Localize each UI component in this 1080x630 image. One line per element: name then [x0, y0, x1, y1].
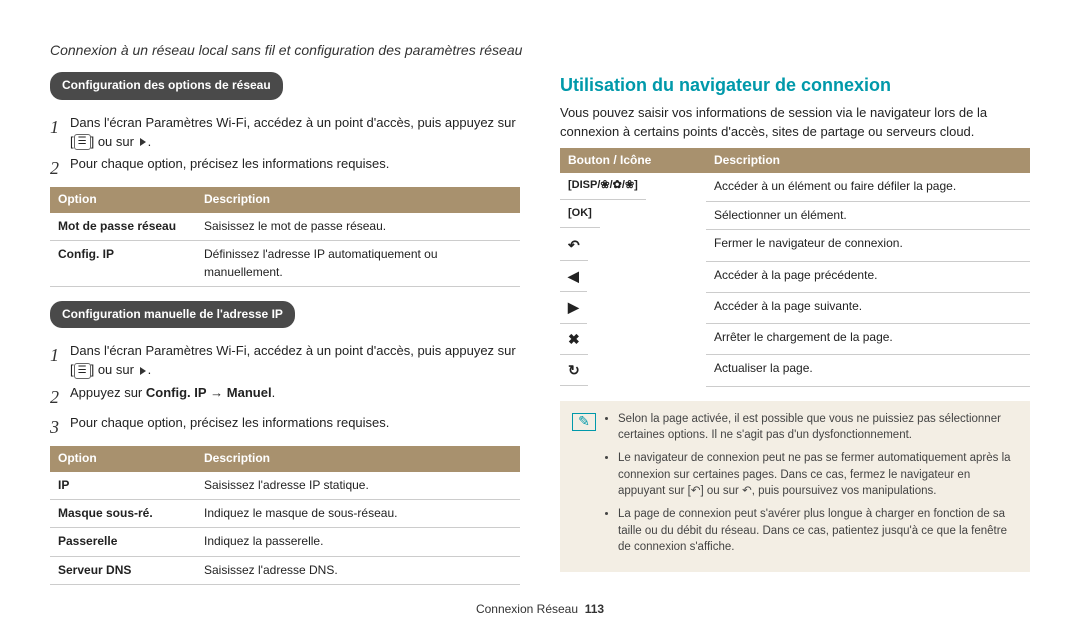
list-item: 2 Appuyez sur Config. IP → Manuel.	[50, 384, 520, 410]
step-number-1: 1	[50, 342, 70, 368]
list-item: Le navigateur de connexion peut ne pas s…	[618, 450, 1018, 500]
table-row: [DISP/❀/✿/❀]Accéder à un élément ou fair…	[560, 173, 1030, 201]
table-row: ▶Accéder à la page suivante.	[560, 292, 1030, 323]
right-arrow-icon: ▶	[560, 292, 587, 323]
step-text: Pour chaque option, précisez les informa…	[70, 155, 520, 174]
right-column: Utilisation du navigateur de connexion V…	[560, 72, 1030, 599]
intro-text: Vous pouvez saisir vos informations de s…	[560, 104, 1030, 142]
page-number: 113	[585, 602, 604, 616]
table-row: ↶Fermer le navigateur de connexion.	[560, 230, 1030, 261]
step-text: Dans l'écran Paramètres Wi-Fi, accédez à…	[70, 114, 520, 152]
step-number-2: 2	[50, 384, 70, 410]
table-header-button: Bouton / Icône	[560, 148, 706, 173]
table-header-description: Description	[196, 446, 520, 471]
table-row: PasserelleIndiquez la passerelle.	[50, 528, 520, 556]
table-header-option: Option	[50, 187, 196, 212]
table-header-description: Description	[196, 187, 520, 212]
back-icon: ↶	[560, 230, 588, 261]
two-column-layout: Configuration des options de réseau 1 Da…	[50, 72, 1030, 599]
table-row: ✖Arrêter le chargement de la page.	[560, 324, 1030, 355]
list-item: Selon la page activée, il est possible q…	[618, 411, 1018, 444]
info-icon: ✎	[572, 413, 596, 431]
step-text: Dans l'écran Paramètres Wi-Fi, accédez à…	[70, 342, 520, 380]
step-text: Appuyez sur Config. IP → Manuel.	[70, 384, 520, 403]
close-icon: ✖	[560, 324, 588, 355]
menu-icon: ☰	[74, 134, 91, 150]
chevron-right-icon	[140, 367, 146, 375]
table-row: ↻Actualiser la page.	[560, 355, 1030, 386]
table-row: Serveur DNSSaisissez l'adresse DNS.	[50, 556, 520, 584]
ok-icon: [OK]	[560, 201, 600, 228]
button-icon-table: Bouton / Icône Description [DISP/❀/✿/❀]A…	[560, 148, 1030, 387]
breadcrumb: Connexion à un réseau local sans fil et …	[50, 40, 1030, 60]
table-row: IPSaisissez l'adresse IP statique.	[50, 472, 520, 500]
options-table-1: Option Description Mot de passe réseau S…	[50, 187, 520, 287]
disp-nav-icon: [DISP/❀/✿/❀]	[560, 173, 646, 200]
table-row: Config. IP Définissez l'adresse IP autom…	[50, 241, 520, 287]
table-row: Masque sous-ré.Indiquez le masque de sou…	[50, 500, 520, 528]
table-row: Mot de passe réseau Saisissez le mot de …	[50, 213, 520, 241]
list-item: 2 Pour chaque option, précisez les infor…	[50, 155, 520, 181]
table-row: [OK]Sélectionner un élément.	[560, 201, 1030, 229]
footer-section: Connexion Réseau	[476, 602, 578, 616]
page: Connexion à un réseau local sans fil et …	[0, 0, 1080, 630]
left-column: Configuration des options de réseau 1 Da…	[50, 72, 520, 599]
step-number-3: 3	[50, 414, 70, 440]
table-header-description: Description	[706, 148, 1030, 173]
page-footer: Connexion Réseau 113	[0, 601, 1080, 618]
list-item: La page de connexion peut s'avérer plus …	[618, 506, 1018, 556]
step-number-1: 1	[50, 114, 70, 140]
left-arrow-icon: ◀	[560, 261, 587, 292]
section-title-network-options: Configuration des options de réseau	[50, 72, 283, 99]
table-header-option: Option	[50, 446, 196, 471]
note-box: ✎ Selon la page activée, il est possible…	[560, 401, 1030, 572]
menu-icon: ☰	[74, 363, 91, 379]
list-item: 1 Dans l'écran Paramètres Wi-Fi, accédez…	[50, 114, 520, 152]
note-list: Selon la page activée, il est possible q…	[604, 411, 1018, 562]
refresh-icon: ↻	[560, 355, 588, 386]
step-number-2: 2	[50, 155, 70, 181]
page-title: Utilisation du navigateur de connexion	[560, 72, 1030, 98]
section-title-manual-ip: Configuration manuelle de l'adresse IP	[50, 301, 295, 328]
list-item: 1 Dans l'écran Paramètres Wi-Fi, accédez…	[50, 342, 520, 380]
options-table-2: Option Description IPSaisissez l'adresse…	[50, 446, 520, 585]
table-row: ◀Accéder à la page précédente.	[560, 261, 1030, 292]
step-text: Pour chaque option, précisez les informa…	[70, 414, 520, 433]
chevron-right-icon	[140, 138, 146, 146]
list-item: 3 Pour chaque option, précisez les infor…	[50, 414, 520, 440]
